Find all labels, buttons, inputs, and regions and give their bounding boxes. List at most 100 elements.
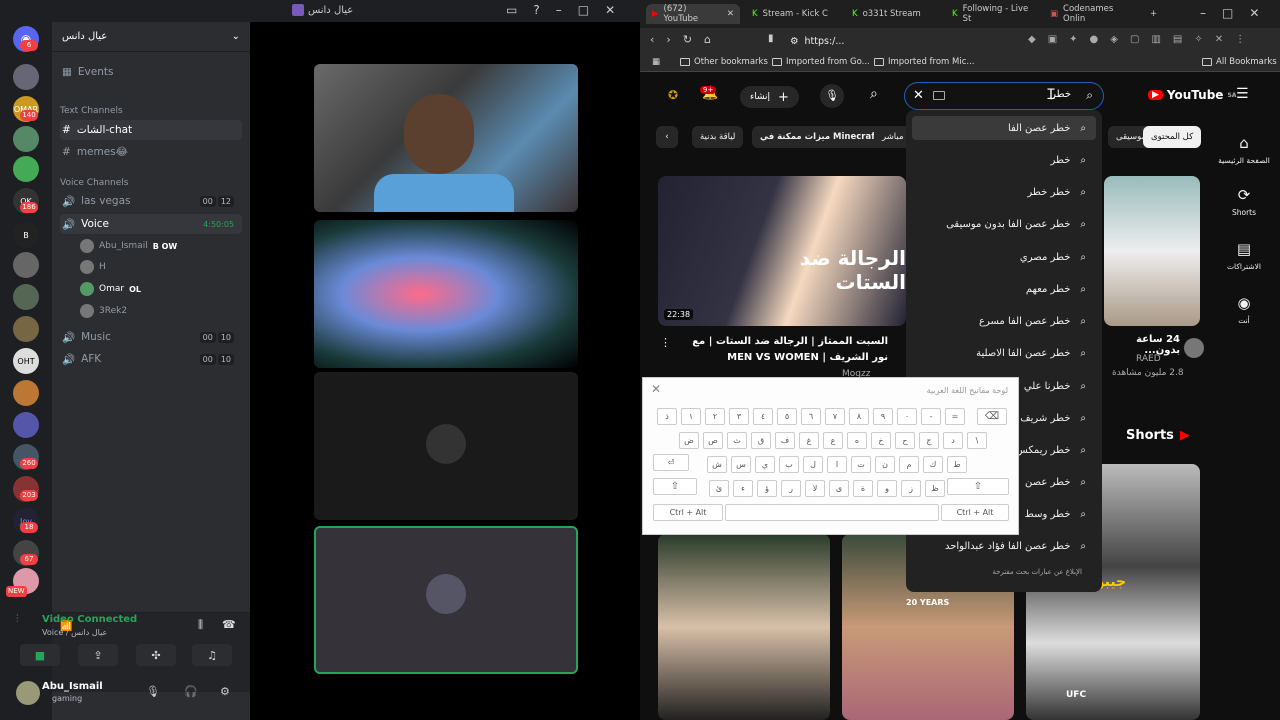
clear-search-icon[interactable]: ✕ bbox=[913, 88, 924, 103]
chip[interactable]: لياقة بدنية bbox=[692, 126, 744, 148]
suggestion-item[interactable]: ⌕ خطرنا علي bbox=[1024, 376, 1086, 396]
keyboard-key[interactable]: ه bbox=[847, 432, 867, 449]
keyboard-key[interactable]: غ bbox=[799, 432, 819, 449]
bookmark-folder[interactable]: Other bookmarks bbox=[680, 57, 768, 67]
keyboard-key[interactable]: - bbox=[921, 408, 941, 425]
suggestion-item[interactable]: ⌕ خطر مصري bbox=[1020, 247, 1086, 267]
keyboard-key[interactable]: ٢ bbox=[705, 408, 725, 425]
server-icon[interactable] bbox=[13, 316, 39, 342]
channel-memes[interactable]: # memes😂 bbox=[60, 142, 242, 162]
keyboard-key[interactable]: ض bbox=[679, 432, 699, 449]
server-icon[interactable] bbox=[13, 64, 39, 90]
keyboard-key[interactable]: ٤ bbox=[753, 408, 773, 425]
keyboard-key[interactable]: ب bbox=[779, 456, 799, 473]
chip[interactable]: ميزات ممكنة في Minecraft bbox=[752, 126, 887, 148]
suggestion-item[interactable]: ⌕ خطر وسط bbox=[1025, 504, 1086, 524]
suggestion-item[interactable]: ⌕ خطر عصن الفا bbox=[1008, 118, 1086, 138]
close-tab-icon[interactable]: ✕ bbox=[727, 9, 734, 19]
video-title[interactable]: السبت الممتاز | الرجالة ضد الستات | مع ن… bbox=[676, 334, 888, 366]
sidebar-subscriptions[interactable]: ▤ الاشتراكات bbox=[1208, 240, 1280, 271]
reload-icon[interactable]: ↻ bbox=[683, 33, 692, 46]
backspace-key[interactable]: ⌫ bbox=[977, 408, 1007, 425]
keyboard-key[interactable]: م bbox=[899, 456, 919, 473]
voice-user[interactable]: Abu_Ismail B OW bbox=[80, 237, 177, 255]
keyboard-key[interactable]: ج bbox=[919, 432, 939, 449]
minimize-button[interactable]: – bbox=[1200, 6, 1206, 20]
keyboard-key[interactable]: ر bbox=[781, 480, 801, 497]
create-button[interactable]: إنشاء + bbox=[740, 86, 799, 108]
shift-right-key[interactable]: ⇧ bbox=[947, 478, 1009, 495]
camera-button[interactable]: ■ bbox=[20, 644, 60, 666]
voice-channel-las-vegas[interactable]: 🔊 las vegas 00 12 bbox=[60, 191, 242, 211]
back-icon[interactable]: ‹ bbox=[650, 33, 654, 46]
keyboard-key[interactable]: ؤ bbox=[757, 480, 777, 497]
server-icon[interactable] bbox=[13, 252, 39, 278]
server-icon[interactable] bbox=[13, 126, 39, 152]
keyboard-key[interactable]: ٠ bbox=[897, 408, 917, 425]
microphone-icon[interactable]: 🎙 bbox=[820, 84, 844, 108]
voice-user[interactable]: H bbox=[80, 258, 106, 276]
short-thumbnail[interactable] bbox=[658, 534, 830, 720]
text-channels-category[interactable]: Text Channels bbox=[60, 106, 123, 116]
youtube-logo[interactable]: ▶ YouTube SA bbox=[1148, 88, 1236, 102]
suggestion-item[interactable]: ⌕ خطر bbox=[1050, 150, 1086, 170]
channel-chat[interactable]: # الشات-chat bbox=[60, 120, 242, 140]
keyboard-key[interactable]: ئ bbox=[709, 480, 729, 497]
video-tile-webcam[interactable] bbox=[314, 64, 578, 212]
space-key[interactable] bbox=[725, 504, 939, 521]
keyboard-key[interactable]: ق bbox=[751, 432, 771, 449]
bookmark-folder[interactable]: Imported from Go... bbox=[772, 57, 870, 67]
extension-icon[interactable]: ✦ bbox=[1069, 34, 1077, 45]
help-icon[interactable]: ? bbox=[533, 3, 539, 17]
voice-status-sub[interactable]: Voice / عيال دانس bbox=[42, 628, 107, 637]
chip-selected[interactable]: كل المحتوى bbox=[1143, 126, 1202, 148]
maximize-button[interactable]: □ bbox=[578, 3, 589, 17]
server-icon[interactable]: OHT bbox=[13, 348, 39, 374]
extension-icon[interactable]: ▢ bbox=[1130, 34, 1139, 45]
disconnect-icon[interactable]: ☎ bbox=[222, 618, 236, 631]
inbox-icon[interactable]: ▭ bbox=[506, 3, 517, 17]
ctrl-alt-right-key[interactable]: Ctrl + Alt bbox=[941, 504, 1009, 521]
site-info-icon[interactable]: ⚙ bbox=[790, 36, 799, 47]
url-field[interactable]: ⚙ https:/... bbox=[790, 31, 990, 51]
suggestion-item[interactable]: ⌕ خطر عصن الفا الاصلية bbox=[976, 343, 1086, 363]
menu-icon[interactable]: ⋮ bbox=[1235, 34, 1245, 45]
video-tile-stream[interactable] bbox=[314, 220, 578, 368]
video-thumbnail[interactable]: الرجالة ضد الستات 22:38 bbox=[658, 176, 906, 326]
keyboard-key[interactable]: ذ bbox=[657, 408, 677, 425]
keyboard-key[interactable]: ٨ bbox=[849, 408, 869, 425]
video-tile-user[interactable] bbox=[314, 372, 578, 520]
forward-icon[interactable]: › bbox=[666, 33, 670, 46]
search-button[interactable]: ⌕ bbox=[870, 86, 878, 102]
activities-button[interactable]: ✣ bbox=[136, 644, 176, 666]
microphone-icon[interactable]: 🎙 bbox=[146, 685, 160, 698]
keyboard-key[interactable]: ٣ bbox=[729, 408, 749, 425]
close-button[interactable]: ✕ bbox=[605, 3, 615, 17]
suggestion-item[interactable]: ⌕ خطر عصن الفا فؤاد عبدالواحد bbox=[945, 536, 1086, 556]
avatar[interactable] bbox=[16, 681, 40, 705]
sidebar-icon[interactable]: ▥ bbox=[1151, 34, 1160, 45]
suggestion-item[interactable]: ⌕ خطر شريف bbox=[1020, 408, 1086, 428]
keyboard-key[interactable]: ا bbox=[827, 456, 847, 473]
keyboard-key[interactable]: ن bbox=[875, 456, 895, 473]
extension-icon[interactable]: ● bbox=[1090, 34, 1099, 45]
extension-icon[interactable]: ◈ bbox=[1110, 34, 1118, 45]
soundboard-button[interactable]: ♫ bbox=[192, 644, 232, 666]
keyboard-key[interactable]: ت bbox=[851, 456, 871, 473]
keyboard-key[interactable]: ز bbox=[901, 480, 921, 497]
screenshare-button[interactable]: ⇪ bbox=[78, 644, 118, 666]
keyboard-key[interactable]: ط bbox=[947, 456, 967, 473]
voice-user[interactable]: Omar OL bbox=[80, 280, 141, 298]
tab-youtube[interactable]: ▶ (672) YouTube ✕ bbox=[646, 4, 740, 24]
tab-following[interactable]: K Following - Live St bbox=[946, 4, 1038, 24]
keyboard-key[interactable]: ف bbox=[775, 432, 795, 449]
tab-stream[interactable]: Ko331t Stream bbox=[846, 4, 938, 24]
bookmark-icon[interactable]: ▮ bbox=[768, 33, 774, 44]
voice-user[interactable]: 3Rek2 bbox=[80, 302, 127, 320]
more-options-icon[interactable]: ⋮ bbox=[660, 336, 671, 349]
ctrl-alt-left-key[interactable]: Ctrl + Alt bbox=[653, 504, 723, 521]
keyboard-key[interactable]: ٥ bbox=[777, 408, 797, 425]
voice-channel-afk[interactable]: 🔊 AFK 00 10 bbox=[60, 349, 242, 369]
keyboard-key[interactable]: ع bbox=[823, 432, 843, 449]
keyboard-key[interactable]: ة bbox=[853, 480, 873, 497]
